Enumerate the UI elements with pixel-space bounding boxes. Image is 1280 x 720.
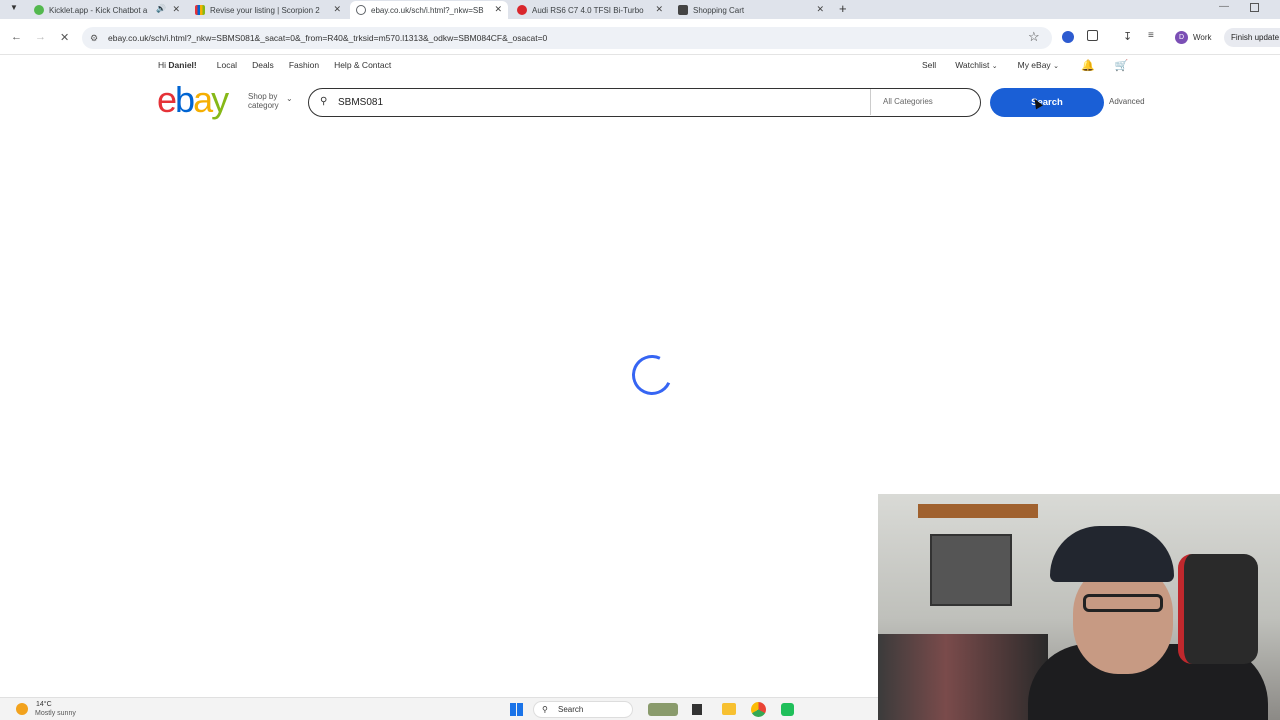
my-ebay-link[interactable]: My eBay ⌄ — [1018, 60, 1059, 70]
profile-chip[interactable]: D Work — [1172, 28, 1218, 47]
kicklet-favicon-icon — [34, 5, 44, 15]
back-arrow-icon[interactable]: ← — [11, 31, 22, 43]
logo-letter-a: a — [193, 79, 213, 120]
audi-favicon-icon — [517, 5, 527, 15]
finish-update-label: Finish update — [1231, 33, 1280, 42]
webcam-shelf — [918, 504, 1038, 518]
search-icon: ⚲ — [320, 96, 328, 107]
search-box: ⚲ All Categories — [308, 88, 981, 117]
browser-tab-3-active[interactable]: ebay.co.uk/sch/i.html?_nkw=SB ✕ — [350, 1, 508, 19]
category-select[interactable]: All Categories — [870, 89, 980, 115]
greeting: Hi — [158, 60, 167, 70]
browser-tab-title: Revise your listing | Scorpion 2 — [210, 5, 320, 15]
weather-temperature: 14°C — [36, 701, 52, 708]
chrome-icon[interactable] — [751, 702, 766, 717]
close-tab-icon[interactable]: ✕ — [172, 4, 180, 15]
search-button[interactable]: Search — [990, 88, 1104, 117]
webcam-monitor — [930, 534, 1012, 606]
shop-by-category-button[interactable]: Shop by category ⌄ — [248, 92, 298, 110]
watchlist-label: Watchlist — [955, 60, 990, 70]
browser-tab-4[interactable]: Audi RS6 C7 4.0 TFSI Bi-Turbo ✕ — [511, 1, 669, 19]
site-info-icon[interactable]: ⚙ — [90, 27, 98, 49]
search-input[interactable] — [338, 94, 858, 110]
finish-update-button[interactable]: Finish update — [1224, 28, 1280, 47]
logo-letter-e: e — [157, 79, 177, 120]
chevron-down-icon: ⌄ — [1053, 63, 1059, 70]
url-text: ebay.co.uk/sch/i.html?_nkw=SBMS081&_saca… — [108, 33, 548, 43]
close-tab-icon[interactable]: ✕ — [494, 4, 502, 15]
browser-tab-bar: ▼ Kicklet.app - Kick Chatbot a 🔊 ✕ Revis… — [0, 0, 1280, 19]
file-explorer-icon[interactable] — [722, 703, 736, 715]
shop-by-category-label: Shop by category — [248, 92, 279, 110]
weather-condition: Mostly sunny — [35, 710, 76, 717]
taskbar-search-box[interactable]: ⚲ Search — [533, 701, 633, 718]
tab-list-chevron-icon[interactable]: ▼ — [10, 3, 18, 12]
profile-label: Work — [1193, 33, 1212, 42]
extensions-puzzle-icon[interactable] — [1087, 30, 1098, 41]
advanced-search-link[interactable]: Advanced — [1109, 97, 1145, 106]
browser-tab-title: ebay.co.uk/sch/i.html?_nkw=SB — [371, 5, 484, 15]
media-control-icon[interactable]: ≡ — [1148, 30, 1154, 41]
logo-letter-b: b — [175, 79, 195, 120]
close-tab-icon[interactable]: ✕ — [655, 4, 663, 15]
webcam-chair — [1178, 554, 1258, 664]
webcam-glasses — [1083, 594, 1163, 612]
download-icon[interactable]: ↧ — [1123, 30, 1132, 43]
nav-link-deals[interactable]: Deals — [252, 60, 274, 70]
browser-tab-2[interactable]: Revise your listing | Scorpion 2 ✕ — [189, 1, 347, 19]
chevron-down-icon: ⌄ — [286, 94, 293, 103]
forward-arrow-icon[interactable]: → — [35, 31, 46, 43]
close-tab-icon[interactable]: ✕ — [816, 4, 824, 15]
windows-taskbar: 14°C Mostly sunny ⚲ Search — [0, 697, 880, 720]
my-ebay-label: My eBay — [1017, 60, 1051, 70]
browser-tab-title: Shopping Cart — [693, 5, 745, 15]
bookmark-star-icon[interactable]: ☆ — [1028, 29, 1040, 45]
loading-spinner-icon — [626, 349, 678, 401]
ebay-top-right-nav: Sell Watchlist ⌄ My eBay ⌄ 🔔 🛒 — [922, 58, 1128, 72]
nav-link-help-contact[interactable]: Help & Contact — [334, 60, 391, 70]
restore-icon[interactable] — [1250, 3, 1259, 12]
logo-letter-y: y — [211, 79, 229, 120]
windows-start-icon[interactable] — [510, 703, 523, 716]
close-tab-icon[interactable]: ✕ — [333, 4, 341, 15]
ebay-logo[interactable]: ebay — [157, 79, 229, 120]
speaker-icon[interactable]: 🔊 — [156, 4, 166, 13]
webcam-clutter — [878, 634, 1048, 720]
browser-toolbar: ← → ✕ ⚙ ebay.co.uk/sch/i.html?_nkw=SBMS0… — [0, 19, 1280, 55]
browser-tab-title: Audi RS6 C7 4.0 TFSI Bi-Turbo — [532, 5, 644, 15]
user-name-link[interactable]: Daniel! — [168, 60, 196, 70]
browser-tab-title: Kicklet.app - Kick Chatbot a — [49, 5, 148, 15]
new-tab-plus-icon[interactable]: + — [839, 1, 847, 16]
widgets-icon[interactable] — [648, 703, 678, 716]
cart-icon[interactable]: 🛒 — [1115, 59, 1129, 72]
address-bar[interactable]: ⚙ ebay.co.uk/sch/i.html?_nkw=SBMS081&_sa… — [82, 27, 1052, 49]
webcam-overlay — [878, 494, 1280, 720]
chevron-down-icon: ⌄ — [991, 63, 998, 70]
extension-badge-icon[interactable] — [1062, 31, 1074, 43]
ebay-favicon-icon — [195, 5, 205, 15]
stop-loading-icon[interactable]: ✕ — [60, 31, 69, 44]
taskbar-search-icon: ⚲ — [542, 705, 548, 714]
ebay-top-nav: Hi Daniel! Local Deals Fashion Help & Co… — [158, 58, 391, 72]
nav-link-fashion[interactable]: Fashion — [289, 60, 319, 70]
task-view-icon[interactable] — [692, 704, 702, 715]
browser-tab-5[interactable]: Shopping Cart ✕ — [672, 1, 830, 19]
profile-avatar: D — [1175, 31, 1188, 44]
minimize-icon[interactable]: — — [1219, 1, 1229, 12]
watchlist-link[interactable]: Watchlist ⌄ — [955, 60, 997, 70]
sell-link[interactable]: Sell — [922, 60, 936, 70]
cart-favicon-icon — [678, 5, 688, 15]
weather-sun-icon[interactable] — [16, 703, 28, 715]
category-select-value: All Categories — [883, 97, 933, 106]
taskbar-search-label: Search — [558, 705, 584, 714]
app-icon[interactable] — [781, 703, 794, 716]
notification-bell-icon[interactable]: 🔔 — [1081, 59, 1095, 72]
nav-link-local[interactable]: Local — [217, 60, 237, 70]
loading-favicon-icon — [356, 5, 366, 15]
browser-tab-1[interactable]: Kicklet.app - Kick Chatbot a 🔊 ✕ — [28, 1, 186, 19]
